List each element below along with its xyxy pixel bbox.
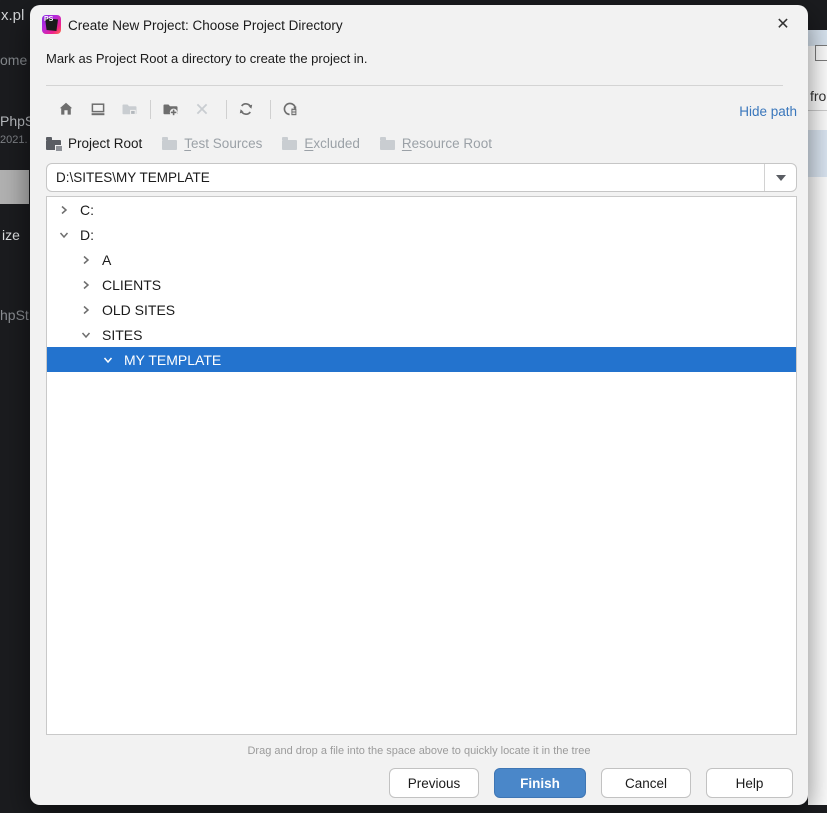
resource-root-folder-icon xyxy=(380,140,395,150)
previous-button[interactable]: Previous xyxy=(389,768,479,798)
tree-row-a[interactable]: A xyxy=(47,247,796,272)
tree-row-clients[interactable]: CLIENTS xyxy=(47,272,796,297)
help-button[interactable]: Help xyxy=(706,768,793,798)
tree-row-d-drive[interactable]: D: xyxy=(47,222,796,247)
dialog-button-row: Previous Finish Cancel Help xyxy=(389,768,793,798)
bg-field-edge xyxy=(815,45,827,61)
bg-highlight-band xyxy=(0,170,29,204)
mark-test-sources: Test Sources xyxy=(162,136,262,151)
new-folder-icon[interactable] xyxy=(162,101,178,117)
tree-row-label: OLD SITES xyxy=(102,302,175,318)
cancel-button[interactable]: Cancel xyxy=(601,768,691,798)
bg-text-fragment: hpSt xyxy=(0,307,29,323)
drag-drop-hint: Drag and drop a file into the space abov… xyxy=(30,745,808,757)
directory-tree: C: D: A CLIENTS OLD SITES SITES MY TEMPL… xyxy=(46,196,797,735)
bg-tab-fragment: x.pl xyxy=(1,7,24,24)
hide-path-link[interactable]: Hide path xyxy=(739,104,797,119)
tree-row-label: D: xyxy=(80,227,94,243)
phpstorm-logo-text: PS xyxy=(44,16,53,24)
chevron-right-icon[interactable] xyxy=(80,279,92,291)
project-directory-icon xyxy=(121,101,137,117)
file-chooser-toolbar: Hide path xyxy=(30,97,808,123)
path-input[interactable]: D:\SITES\MY TEMPLATE xyxy=(47,164,764,191)
chevron-right-icon[interactable] xyxy=(58,204,70,216)
finish-button[interactable]: Finish xyxy=(494,768,586,798)
chevron-down-icon[interactable] xyxy=(58,229,70,241)
mark-as-row: Project Root Test Sources Excluded Resou… xyxy=(46,133,512,153)
chevron-right-icon[interactable] xyxy=(80,254,92,266)
tree-row-label: MY TEMPLATE xyxy=(124,352,221,368)
close-icon[interactable]: ✕ xyxy=(773,14,793,34)
bg-divider xyxy=(808,110,827,111)
mark-project-root[interactable]: Project Root xyxy=(46,136,142,151)
chevron-right-icon[interactable] xyxy=(80,304,92,316)
tree-row-old-sites[interactable]: OLD SITES xyxy=(47,297,796,322)
tree-row-c-drive[interactable]: C: xyxy=(47,197,796,222)
toolbar-separator xyxy=(150,100,151,119)
bg-window-right-sliver: fro xyxy=(808,30,827,805)
tree-row-sites[interactable]: SITES xyxy=(47,322,796,347)
bg-blue-block xyxy=(808,130,827,177)
toolbar-separator xyxy=(270,100,271,119)
dialog-title: Create New Project: Choose Project Direc… xyxy=(68,18,343,33)
bg-text-fragment: ome xyxy=(0,52,27,68)
tree-row-label: SITES xyxy=(102,327,142,343)
phpstorm-logo-icon: PS xyxy=(42,15,61,34)
divider xyxy=(46,85,783,86)
mark-label: Test Sources xyxy=(184,136,262,151)
bg-text-fragment: ize xyxy=(2,227,20,243)
bg-blue-band xyxy=(808,30,827,46)
path-dropdown-button[interactable] xyxy=(764,164,796,191)
test-sources-folder-icon xyxy=(162,140,177,150)
mark-label: Excluded xyxy=(304,136,360,151)
mark-resource-root: Resource Root xyxy=(380,136,492,151)
chevron-down-icon[interactable] xyxy=(80,329,92,341)
toolbar-separator xyxy=(226,100,227,119)
mark-excluded: Excluded xyxy=(282,136,360,151)
choose-project-directory-dialog: PS Create New Project: Choose Project Di… xyxy=(30,5,808,805)
chevron-down-icon xyxy=(776,175,786,181)
dialog-subtitle: Mark as Project Root a directory to crea… xyxy=(46,51,368,66)
home-icon[interactable] xyxy=(58,101,74,117)
tree-row-label: A xyxy=(102,252,111,268)
tree-row-label: CLIENTS xyxy=(102,277,161,293)
delete-icon xyxy=(194,101,210,117)
desktop-icon[interactable] xyxy=(90,101,106,117)
refresh-icon[interactable] xyxy=(238,101,254,117)
tree-row-label: C: xyxy=(80,202,94,218)
project-root-folder-icon xyxy=(46,140,61,150)
bg-text-fragment: fro xyxy=(810,88,826,104)
tree-row-my-template-selected[interactable]: MY TEMPLATE xyxy=(47,347,796,372)
show-hidden-files-icon[interactable] xyxy=(282,101,298,117)
bg-version-fragment: 2021. xyxy=(0,134,28,146)
excluded-folder-icon xyxy=(282,140,297,150)
path-combobox[interactable]: D:\SITES\MY TEMPLATE xyxy=(46,163,797,192)
chevron-down-icon[interactable] xyxy=(102,354,114,366)
mark-label: Project Root xyxy=(68,136,142,151)
mark-label: Resource Root xyxy=(402,136,492,151)
